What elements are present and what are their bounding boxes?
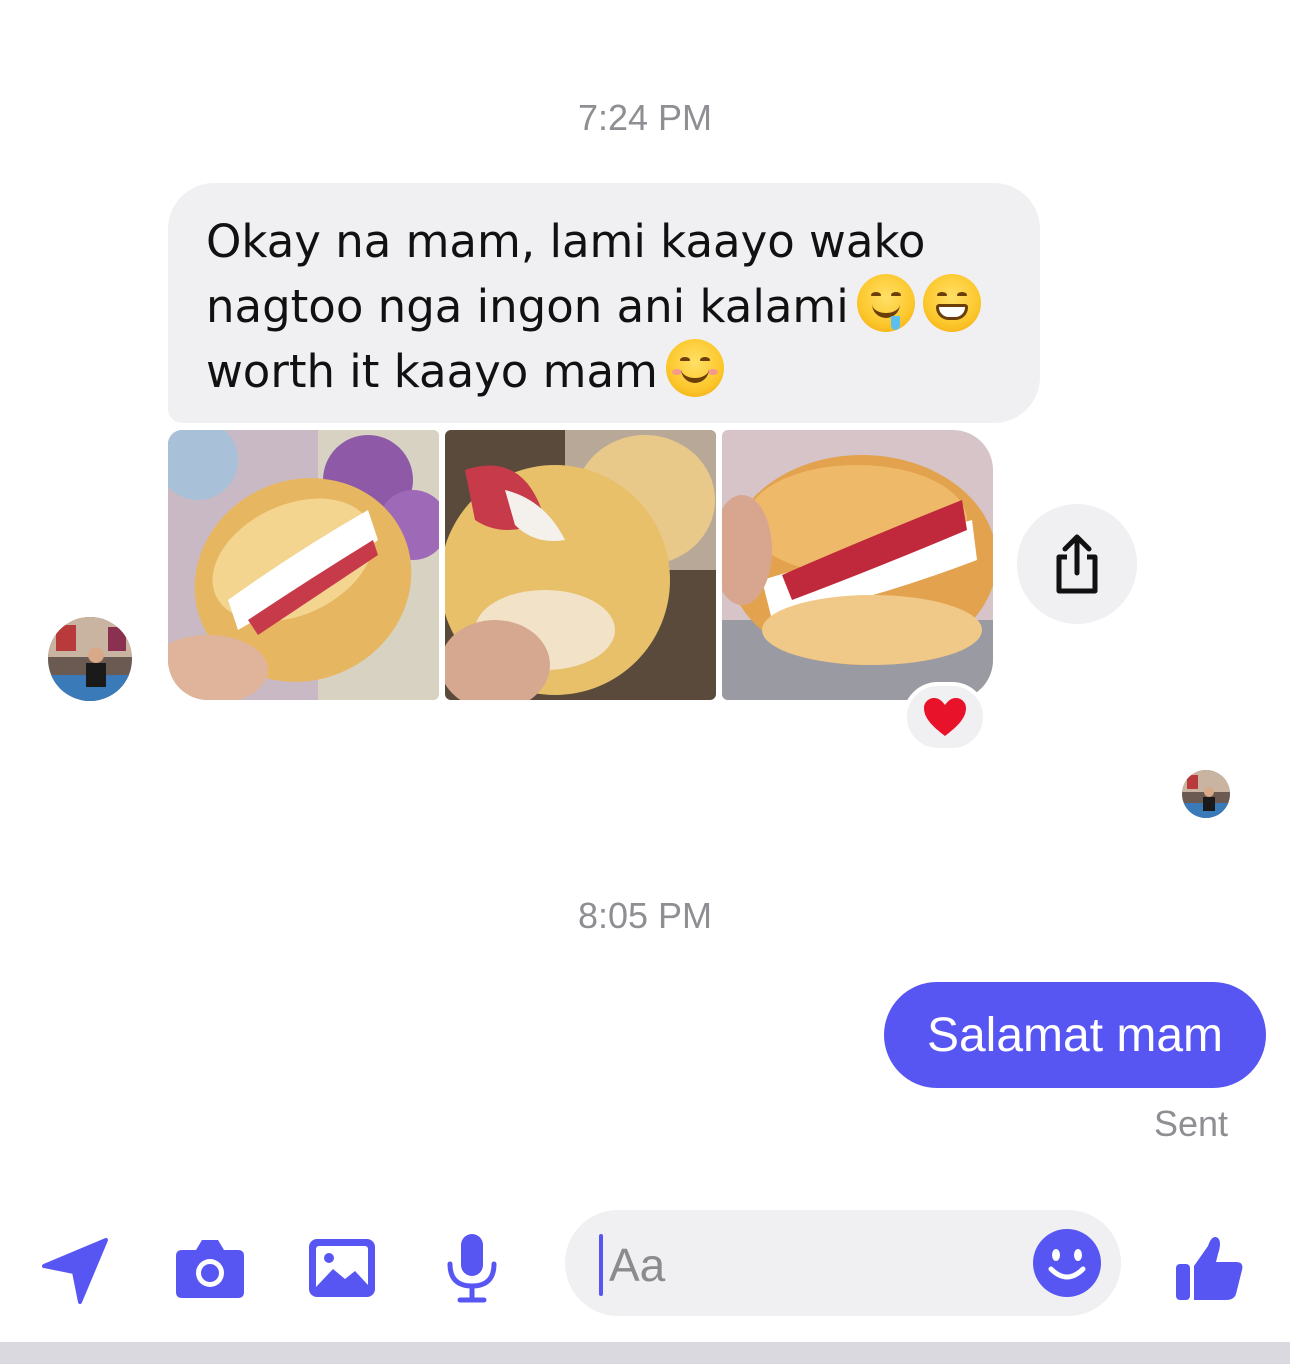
camera-button[interactable]: [170, 1228, 250, 1308]
like-button[interactable]: [1170, 1228, 1250, 1308]
message-text: Salamat mam: [926, 1008, 1224, 1062]
photo-attachments: [168, 430, 994, 700]
image-icon: [309, 1239, 375, 1297]
incoming-message-bubble[interactable]: Okay na mam, lami kaayo wako nagtoo nga …: [168, 183, 1040, 423]
smiling-face-emoji: [665, 339, 724, 397]
camera-icon: [176, 1240, 244, 1298]
heart-reaction[interactable]: [903, 682, 987, 752]
delivery-status: Sent: [1153, 1103, 1228, 1144]
drooling-face-emoji: [856, 274, 915, 332]
message-line: nagtoo nga ingon ani kalami: [206, 274, 1002, 339]
message-input[interactable]: Aa: [565, 1210, 1121, 1316]
gallery-button[interactable]: [302, 1228, 382, 1308]
message-line: worth it kaayo mam: [206, 339, 1002, 404]
heart-icon: [924, 698, 966, 736]
seen-avatar: [1182, 770, 1230, 818]
share-button[interactable]: [1017, 504, 1137, 624]
share-icon: [1056, 534, 1098, 594]
thumbs-up-icon: [1176, 1237, 1243, 1300]
text-caret: [599, 1234, 603, 1296]
microphone-icon: [447, 1234, 497, 1303]
emoji-icon[interactable]: [1031, 1227, 1103, 1299]
sender-avatar[interactable]: [48, 617, 132, 701]
send-icon: [42, 1238, 108, 1304]
message-composer: Aa: [0, 1200, 1290, 1340]
donut-photo-3[interactable]: [722, 430, 993, 700]
message-line: Okay na mam, lami kaayo wako: [206, 215, 926, 268]
location-button[interactable]: [34, 1228, 114, 1308]
donut-photo-1[interactable]: [168, 430, 439, 700]
donut-photo-2[interactable]: [445, 430, 716, 700]
timestamp: 8:05 PM: [577, 895, 713, 936]
bottom-bar: [0, 1342, 1290, 1364]
voice-button[interactable]: [432, 1228, 512, 1308]
input-placeholder: Aa: [609, 1239, 666, 1291]
outgoing-message-bubble[interactable]: Salamat mam: [884, 982, 1266, 1088]
timestamp: 7:24 PM: [577, 97, 713, 138]
grinning-face-emoji: [922, 274, 981, 332]
